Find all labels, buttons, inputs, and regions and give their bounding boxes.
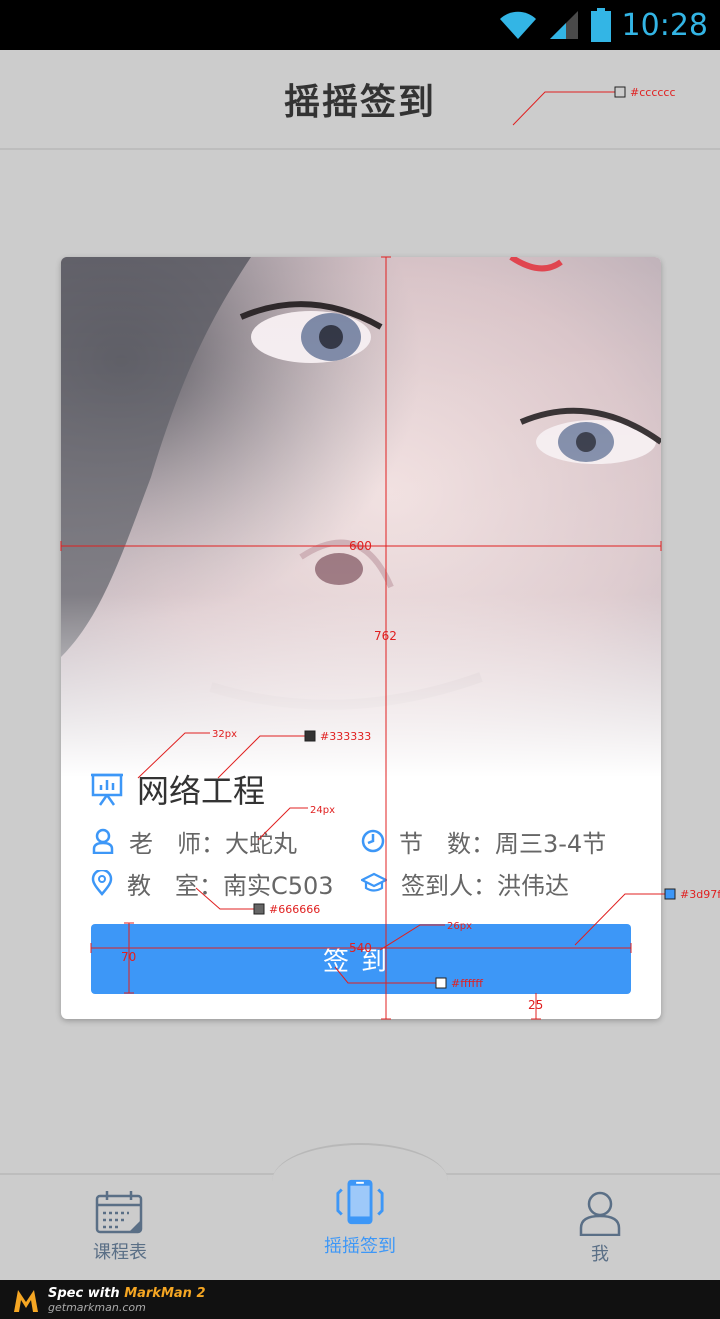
tab-me[interactable]: 我: [510, 1190, 690, 1270]
sign-in-button[interactable]: 签到: [91, 924, 631, 994]
markman-bar: Spec with MarkMan 2 getmarkman.com: [0, 1280, 720, 1319]
room-field: 教 室：南实C503: [91, 866, 361, 901]
teacher-value: 大蛇丸: [225, 829, 297, 858]
tab-schedule-label: 课程表: [93, 1242, 147, 1263]
period-field: 节 数：周三3-4节: [361, 824, 631, 859]
person-icon: [92, 828, 114, 854]
page-title: 摇摇签到: [283, 82, 436, 123]
markman-title: Spec with MarkMan 2: [48, 1285, 206, 1301]
tab-shake-sign[interactable]: 摇摇签到: [270, 1178, 450, 1258]
location-pin-icon: [91, 870, 113, 896]
room-label: 教 室：: [127, 871, 223, 900]
title-bar: 摇摇签到: [0, 50, 720, 150]
course-info: 老 师：大蛇丸 节 数：周三3-4节 教 室：南实C503 签到人：洪伟达: [91, 821, 631, 905]
person-icon: [579, 1191, 621, 1236]
wifi-icon: [499, 11, 536, 39]
room-value: 南实C503: [223, 871, 334, 900]
calendar-icon: [95, 1191, 143, 1234]
status-icons: 10:28: [498, 6, 708, 44]
signal-icon: [549, 11, 578, 39]
teacher-label: 老 师：: [129, 829, 225, 858]
tab-schedule[interactable]: 课程表: [30, 1190, 210, 1270]
course-card: 网络工程 老 师：大蛇丸 节 数：周三3-4节 教 室：南实C503 签到人：洪…: [61, 257, 661, 1019]
signer-field: 签到人：洪伟达: [361, 866, 631, 901]
phone-shake-icon: [336, 1179, 384, 1225]
signer-value: 洪伟达: [497, 871, 569, 900]
markman-logo: [14, 1289, 38, 1312]
course-name: 网络工程: [137, 772, 266, 810]
status-time: 10:28: [621, 7, 708, 43]
status-bar: 10:28: [0, 0, 720, 50]
teacher-field: 老 师：大蛇丸: [91, 824, 361, 859]
presentation-icon: [91, 773, 123, 806]
card-photo: [61, 257, 661, 777]
battery-icon: [590, 8, 611, 42]
signer-label: 签到人：: [401, 871, 497, 900]
tab-me-label: 我: [591, 1244, 609, 1265]
graduation-cap-icon: [361, 872, 387, 892]
tab-shake-sign-label: 摇摇签到: [324, 1236, 396, 1257]
clock-icon: [361, 829, 385, 853]
markman-subtitle: getmarkman.com: [48, 1300, 146, 1314]
period-value: 周三3-4节: [495, 829, 607, 858]
period-label: 节 数：: [399, 829, 495, 858]
course-title-row: 网络工程: [91, 767, 265, 811]
